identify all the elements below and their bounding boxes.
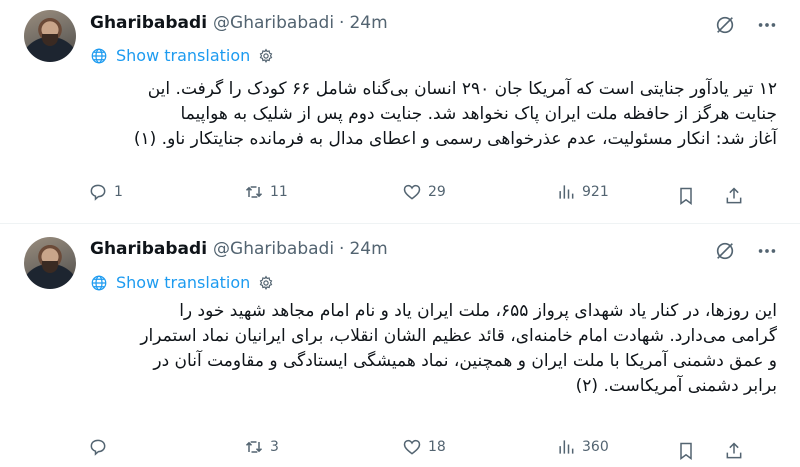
gear-icon[interactable]: [258, 274, 274, 291]
globe-icon: [91, 275, 107, 290]
repost-icon: [245, 441, 263, 453]
like-count: 29: [428, 184, 446, 200]
reply-icon: [90, 439, 106, 456]
tweet-text: این روزها، در کنار یاد شهدای پرواز ۶۵۵، …: [90, 299, 777, 399]
tweet[interactable]: Gharibabadi @Gharibabadi · 24m Show tran…: [0, 0, 800, 224]
reply-button[interactable]: 1: [88, 182, 123, 202]
views-icon: [559, 440, 574, 454]
separator-dot: ·: [339, 239, 345, 259]
like-button[interactable]: 29: [402, 182, 446, 202]
tweet-text-line: آغاز شد: انکار مسئولیت، عدم عذرخواهی رسم…: [133, 129, 777, 149]
share-icon[interactable]: [724, 186, 744, 206]
avatar[interactable]: [24, 237, 76, 289]
like-icon: [403, 184, 421, 200]
grok-icon[interactable]: [714, 14, 736, 36]
reply-button[interactable]: [88, 437, 114, 457]
like-icon: [403, 439, 421, 455]
avatar[interactable]: [24, 10, 76, 62]
bookmark-icon[interactable]: [676, 186, 696, 206]
tweet-text-line: ۱۲ تیر یادآور جنایتی است که آمریکا جان ۲…: [147, 79, 777, 99]
author-handle[interactable]: @Gharibabadi: [213, 239, 334, 259]
action-bar: 3 18 360: [84, 437, 784, 467]
reply-icon: [90, 184, 106, 201]
tweet-header: Gharibabadi @Gharibabadi · 24m: [90, 13, 388, 33]
tweet-text-line: و عمق دشمنی آمریکا با ملت ایران و همچنین…: [153, 351, 777, 371]
views-icon: [559, 185, 574, 199]
show-translation[interactable]: Show translation: [90, 46, 274, 65]
action-bar: 1 11 29 921: [84, 182, 784, 212]
author-name[interactable]: Gharibabadi: [90, 239, 207, 259]
repost-count: 11: [270, 184, 288, 200]
tweet-header: Gharibabadi @Gharibabadi · 24m: [90, 239, 388, 259]
show-translation[interactable]: Show translation: [90, 273, 274, 292]
repost-count: 3: [270, 439, 279, 455]
separator-dot: ·: [339, 13, 345, 33]
globe-icon: [91, 48, 107, 63]
more-icon[interactable]: [756, 14, 778, 36]
tweet-text-line: این روزها، در کنار یاد شهدای پرواز ۶۵۵، …: [179, 301, 777, 321]
timestamp[interactable]: 24m: [349, 239, 387, 259]
share-icon[interactable]: [724, 441, 744, 461]
tweet-text-line: گرامی می‌دارد. شهادت امام خامنه‌ای، قائد…: [140, 326, 777, 346]
show-translation-label[interactable]: Show translation: [116, 46, 250, 65]
more-icon[interactable]: [756, 240, 778, 262]
bookmark-icon[interactable]: [676, 441, 696, 461]
author-handle[interactable]: @Gharibabadi: [213, 13, 334, 33]
author-name[interactable]: Gharibabadi: [90, 13, 207, 33]
tweet-text: ۱۲ تیر یادآور جنایتی است که آمریکا جان ۲…: [90, 77, 777, 152]
tweet[interactable]: Gharibabadi @Gharibabadi · 24m Show tran…: [0, 225, 800, 467]
repost-button[interactable]: 11: [244, 182, 288, 202]
tweet-text-line: برابر دشمنی آمریکاست. (۲): [575, 376, 777, 396]
like-count: 18: [428, 439, 446, 455]
views-count: 360: [582, 439, 609, 455]
views-count: 921: [582, 184, 609, 200]
show-translation-label[interactable]: Show translation: [116, 273, 250, 292]
views-button[interactable]: 921: [556, 182, 609, 202]
tweet-text-line: جنایت هرگز از حافظه ملت ایران پاک نخواهد…: [180, 104, 777, 124]
repost-button[interactable]: 3: [244, 437, 279, 457]
views-button[interactable]: 360: [556, 437, 609, 457]
like-button[interactable]: 18: [402, 437, 446, 457]
timestamp[interactable]: 24m: [349, 13, 387, 33]
reply-count: 1: [114, 184, 123, 200]
grok-icon[interactable]: [714, 240, 736, 262]
repost-icon: [245, 186, 263, 198]
gear-icon[interactable]: [258, 47, 274, 64]
